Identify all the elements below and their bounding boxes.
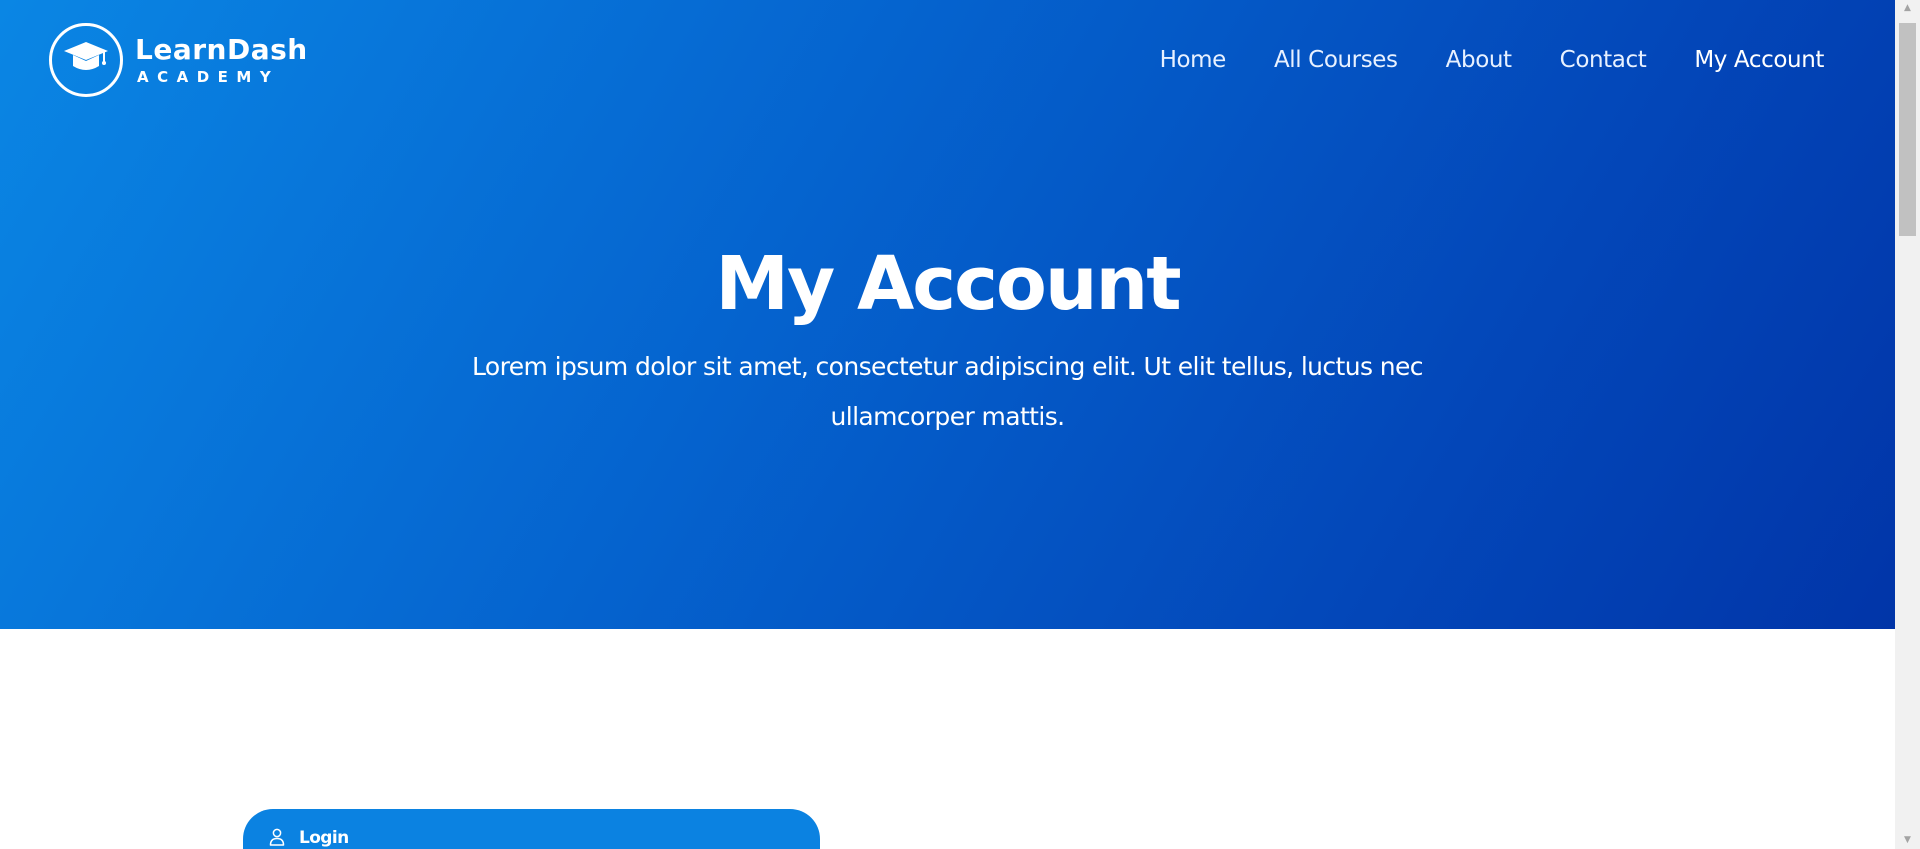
logo-badge (49, 23, 123, 97)
nav-link-about[interactable]: About (1446, 46, 1512, 74)
logo-name: LearnDash (135, 33, 308, 66)
login-tab-label: Login (299, 828, 349, 848)
page-title: My Account (715, 241, 1181, 327)
logo-tagline: ACADEMY (137, 68, 280, 86)
vertical-scrollbar[interactable]: ▲ ▼ (1895, 0, 1920, 849)
graduation-cap-icon (62, 38, 110, 83)
scroll-up-arrow-icon[interactable]: ▲ (1895, 0, 1920, 17)
logo-text: LearnDash ACADEMY (135, 33, 308, 87)
site-logo[interactable]: LearnDash ACADEMY (49, 23, 308, 97)
page: LearnDash ACADEMY Home All Courses About… (0, 0, 1920, 849)
hero-content: My Account Lorem ipsum dolor sit amet, c… (0, 240, 1895, 442)
hero-description: Lorem ipsum dolor sit amet, consectetur … (472, 352, 1424, 431)
scroll-down-arrow-icon[interactable]: ▼ (1895, 832, 1920, 849)
nav-link-my-account[interactable]: My Account (1694, 46, 1824, 74)
user-icon (269, 828, 287, 846)
nav-link-home[interactable]: Home (1160, 46, 1227, 74)
hero-banner: LearnDash ACADEMY Home All Courses About… (0, 0, 1895, 629)
nav-link-all-courses[interactable]: All Courses (1274, 46, 1398, 74)
site-header: LearnDash ACADEMY Home All Courses About… (0, 0, 1895, 120)
nav-link-contact[interactable]: Contact (1560, 46, 1647, 74)
login-tab[interactable]: Login (243, 809, 820, 849)
scrollbar-thumb[interactable] (1899, 23, 1916, 236)
main-nav: Home All Courses About Contact My Accoun… (1112, 46, 1825, 74)
